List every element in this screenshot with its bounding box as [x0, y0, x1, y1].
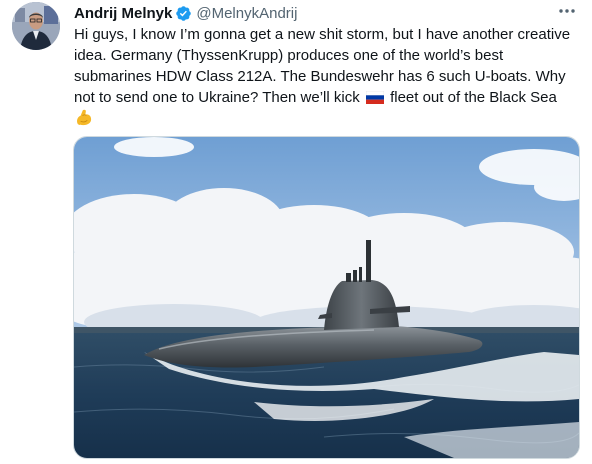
author-handle[interactable]: @MelnykAndrij	[196, 5, 297, 22]
submarine-photo	[74, 137, 579, 458]
author-name[interactable]: Andrij Melnyk	[74, 5, 172, 22]
tweet-header: Andrij Melnyk @MelnykAndrij	[74, 3, 578, 23]
more-options-icon[interactable]	[556, 2, 578, 20]
avatar[interactable]	[12, 2, 60, 50]
flexed-biceps-icon	[74, 108, 93, 127]
tweet-text-line: submarines HDW Class 212A. The Bundesweh…	[74, 68, 566, 85]
russia-flag-icon	[365, 89, 385, 104]
verified-badge-icon	[175, 5, 192, 22]
tweet-text-segment: fleet out of the Black Sea	[390, 89, 557, 106]
tweet-text-line	[74, 108, 582, 129]
tweet-text: Hi guys, I know I’m gonna get a new shit…	[74, 24, 582, 129]
tweet-text-segment: not to send one to Ukraine? Then we’ll k…	[74, 89, 360, 106]
tweet-text-line: idea. Germany (ThyssenKrupp) produces on…	[74, 47, 504, 64]
tweet-text-line: Hi guys, I know I’m gonna get a new shit…	[74, 26, 571, 43]
avatar-image	[12, 2, 60, 50]
tweet-media-photo[interactable]	[73, 136, 580, 459]
tweet-text-line: not to send one to Ukraine? Then we’ll k…	[74, 87, 582, 108]
